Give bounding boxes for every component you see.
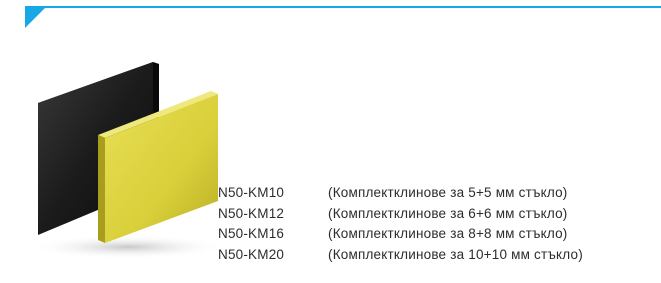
header-flag-icon bbox=[25, 6, 47, 28]
product-image bbox=[28, 62, 228, 259]
product-code: N50-KM10 bbox=[218, 185, 285, 200]
product-code: N50-KM20 bbox=[218, 246, 285, 262]
product-description: (Комплектклинове за 6+6 мм стъкло) bbox=[328, 205, 568, 221]
code-row: N50-KM20 (Комплектклинове за 10+10 мм стъ… bbox=[218, 245, 583, 266]
code-row: N50-KM10 (Комплектклинове за 5+5 мм стъкл… bbox=[218, 183, 583, 204]
product-code: N50-KM12 bbox=[218, 205, 285, 221]
product-description: (Комплектклинове за 5+5 мм стъкло) bbox=[328, 185, 568, 200]
floor-shadow bbox=[28, 235, 228, 259]
header-accent-line bbox=[25, 6, 661, 8]
product-code: N50-KM16 bbox=[218, 226, 285, 241]
product-code-list: N50-KM10 (Комплектклинове за 5+5 мм стъкл… bbox=[218, 183, 583, 265]
code-row: N50-KM12 (Комплектклинове за 6+6 мм стъкл… bbox=[218, 204, 583, 225]
code-row: N50-KM16 (Комплектклинове за 8+8 мм стъкл… bbox=[218, 224, 583, 245]
product-description: (Комплектклинове за 8+8 мм стъкло) bbox=[328, 226, 568, 241]
product-description: (Комплектклинове за 10+10 мм стъкло) bbox=[328, 246, 583, 262]
